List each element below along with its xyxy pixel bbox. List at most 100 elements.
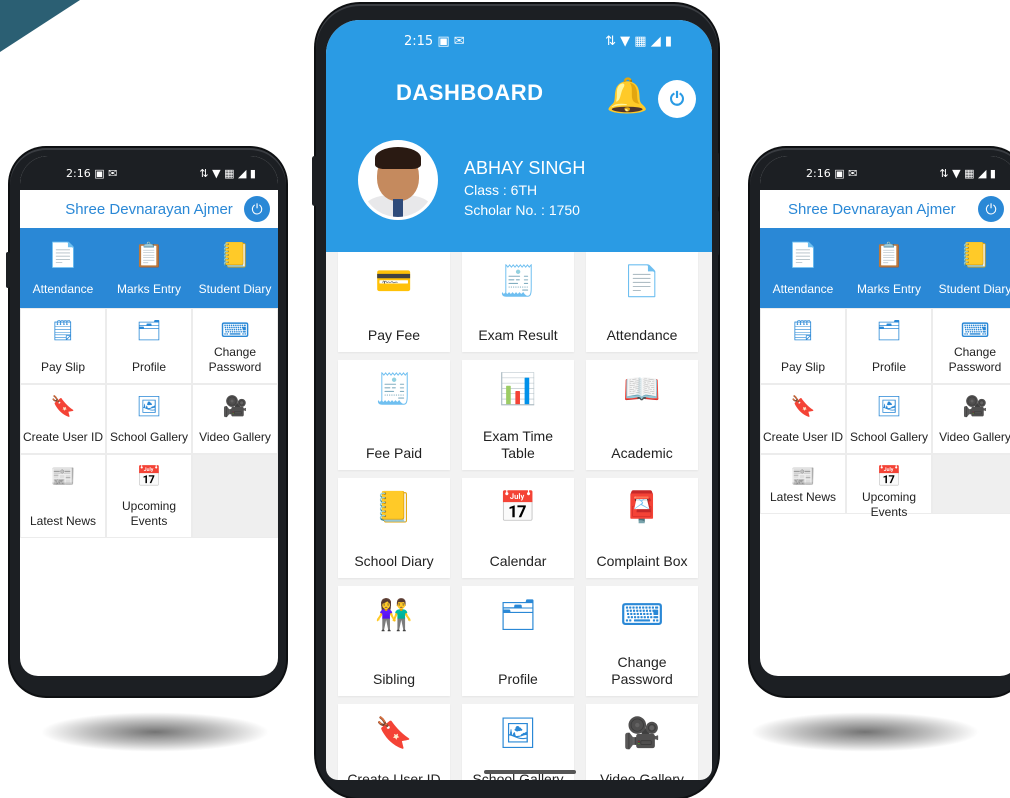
right-phone-shadow xyxy=(750,712,980,752)
password-icon: ⌨ xyxy=(620,599,664,632)
corner-decoration xyxy=(0,0,80,52)
empty-cell xyxy=(192,454,278,538)
tile-fee-paid[interactable]: 🧾 Fee Paid xyxy=(338,360,450,470)
menu-item-video-gallery[interactable]: 🎥 Video Gallery xyxy=(192,384,278,454)
receipt-icon: 🧾 xyxy=(375,373,413,406)
power-icon[interactable]: ⏻ xyxy=(658,80,696,118)
tab-marks-entry[interactable]: 📋 Marks Entry xyxy=(846,228,932,308)
menu-item-change-password[interactable]: ⌨ Change Password xyxy=(932,308,1010,384)
tile-label: School Diary xyxy=(354,553,434,570)
empty-cell xyxy=(932,454,1010,514)
tile-pay-fee[interactable]: 💳 Pay Fee xyxy=(338,252,450,352)
menu-item-pay-slip[interactable]: 🗒 Pay Slip xyxy=(760,308,846,384)
tab-attendance[interactable]: 📄 Attendance xyxy=(760,228,846,308)
menu-item-latest-news[interactable]: 📰 Latest News xyxy=(20,454,106,538)
tile-school-diary[interactable]: 📒 School Diary xyxy=(338,478,450,578)
tile-academic[interactable]: 📖 Academic xyxy=(586,360,698,470)
calendar-icon: 📅 xyxy=(499,491,537,524)
student-class: Class : 6TH xyxy=(464,182,538,198)
top-tabs: 📄 Attendance 📋 Marks Entry 📒 Student Diary xyxy=(760,228,1010,308)
left-phone-shadow xyxy=(40,712,270,752)
tile-video-gallery[interactable]: 🎥 Video Gallery xyxy=(586,704,698,780)
tile-create-user-id[interactable]: 🔖 Create User ID xyxy=(338,704,450,780)
menu-grid: 🗒 Pay Slip 🗂 Profile ⌨ Change Password 🔖 Cre… xyxy=(760,308,1010,519)
tab-label: Student Diary xyxy=(938,281,1010,296)
main-phone-button xyxy=(714,210,719,256)
menu-label: Video Gallery xyxy=(939,430,1010,444)
menu-label: Profile xyxy=(871,360,906,374)
menu-label: Latest News xyxy=(769,490,837,504)
menu-item-video-gallery[interactable]: 🎥 Video Gallery xyxy=(932,384,1010,454)
result-icon: 🧾 xyxy=(499,265,537,298)
tile-exam-result[interactable]: 🧾 Exam Result xyxy=(462,252,574,352)
power-icon[interactable]: ⏻ xyxy=(978,196,1004,222)
menu-item-upcoming-events[interactable]: 📅 Upcoming Events xyxy=(106,454,192,538)
attendance-icon: 📄 xyxy=(623,265,661,298)
menu-item-change-password[interactable]: ⌨ Change Password xyxy=(192,308,278,384)
menu-item-profile[interactable]: 🗂 Profile xyxy=(846,308,932,384)
avatar[interactable] xyxy=(358,140,438,220)
video-icon: 🎥 xyxy=(962,396,988,418)
status-right-icons: ⇅ ▼ ▦ ◢ ▮ xyxy=(605,33,672,49)
tile-label: Fee Paid xyxy=(365,445,423,462)
menu-label: Video Gallery xyxy=(199,430,271,444)
right-phone-screen: 2:16 ▣ ✉ ⇅ ▼ ▦ ◢ ▮ Shree Devnarayan Ajme… xyxy=(760,156,1010,676)
menu-label: Upcoming Events xyxy=(861,490,917,519)
tile-label: Sibling xyxy=(372,671,416,688)
menu-item-upcoming-events[interactable]: 📅 Upcoming Events xyxy=(846,454,932,519)
tile-label: Calendar xyxy=(489,553,547,570)
menu-label: Profile xyxy=(131,360,166,374)
bell-icon[interactable]: 🔔 xyxy=(606,76,648,116)
page-title: DASHBOARD xyxy=(396,80,544,105)
power-icon[interactable]: ⏻ xyxy=(244,196,270,222)
tile-label: Academic xyxy=(611,445,673,462)
menu-item-latest-news[interactable]: 📰 Latest News xyxy=(760,454,846,514)
gallery-icon: 🖼 xyxy=(498,717,538,750)
diary-icon: 📒 xyxy=(960,241,990,269)
menu-item-profile[interactable]: 🗂 Profile xyxy=(106,308,192,384)
create-user-icon: 🔖 xyxy=(375,717,413,750)
menu-item-school-gallery[interactable]: 🖼 School Gallery xyxy=(846,384,932,454)
gallery-icon: 🖼 xyxy=(876,396,902,418)
menu-item-pay-slip[interactable]: 🗒 Pay Slip xyxy=(20,308,106,384)
tile-attendance[interactable]: 📄 Attendance xyxy=(586,252,698,352)
tile-label: Profile xyxy=(498,671,538,688)
calendar-icon: 📅 xyxy=(876,466,902,488)
tile-label: Video Gallery xyxy=(600,771,684,780)
home-indicator[interactable] xyxy=(484,770,576,774)
menu-label: Upcoming Events xyxy=(121,499,177,528)
tab-student-diary[interactable]: 📒 Student Diary xyxy=(932,228,1010,308)
left-phone: 2:16 ▣ ✉ ⇅ ▼ ▦ ◢ ▮ Shree Devnarayan Ajme… xyxy=(6,148,286,696)
menu-label: School Gallery xyxy=(849,430,929,444)
right-phone: 2:16 ▣ ✉ ⇅ ▼ ▦ ◢ ▮ Shree Devnarayan Ajme… xyxy=(750,148,1010,696)
menu-label: Change Password xyxy=(948,345,1002,374)
status-bar: 2:16 ▣ ✉ ⇅ ▼ ▦ ◢ ▮ xyxy=(760,156,1010,190)
tile-exam-time-table[interactable]: 📊 Exam Time Table xyxy=(462,360,574,470)
main-phone-button xyxy=(312,156,317,206)
tab-marks-entry[interactable]: 📋 Marks Entry xyxy=(106,228,192,308)
tab-label: Attendance xyxy=(32,281,94,296)
tab-label: Attendance xyxy=(772,281,834,296)
create-user-icon: 🔖 xyxy=(790,396,816,418)
news-icon: 📰 xyxy=(50,466,76,488)
menu-item-school-gallery[interactable]: 🖼 School Gallery xyxy=(106,384,192,454)
status-right-icons: ⇅ ▼ ▦ ◢ ▮ xyxy=(939,166,996,180)
tab-student-diary[interactable]: 📒 Student Diary xyxy=(192,228,278,308)
tile-school-gallery[interactable]: 🖼 School Gallery xyxy=(462,704,574,780)
menu-item-create-user-id[interactable]: 🔖 Create User ID xyxy=(760,384,846,454)
clipboard-icon: 📋 xyxy=(874,241,904,269)
tab-attendance[interactable]: 📄 Attendance xyxy=(20,228,106,308)
menu-item-create-user-id[interactable]: 🔖 Create User ID xyxy=(20,384,106,454)
tile-change-password[interactable]: ⌨ Change Password xyxy=(586,586,698,696)
sibling-icon: 👫 xyxy=(375,599,413,632)
tile-calendar[interactable]: 📅 Calendar xyxy=(462,478,574,578)
tile-sibling[interactable]: 👫 Sibling xyxy=(338,586,450,696)
school-title: Shree Devnarayan Ajmer xyxy=(65,200,233,218)
video-icon: 🎥 xyxy=(623,717,661,750)
dashboard-grid: 💳 Pay Fee 🧾 Exam Result 📄 Attendance 🧾 Fee P… xyxy=(338,252,710,780)
tile-profile[interactable]: 🗂 Profile xyxy=(462,586,574,696)
menu-grid: 🗒 Pay Slip 🗂 Profile ⌨ Change Password 🔖 Cre… xyxy=(20,308,278,538)
create-user-icon: 🔖 xyxy=(50,396,76,418)
tile-complaint-box[interactable]: 📮 Complaint Box xyxy=(586,478,698,578)
menu-label: Pay Slip xyxy=(780,360,826,374)
